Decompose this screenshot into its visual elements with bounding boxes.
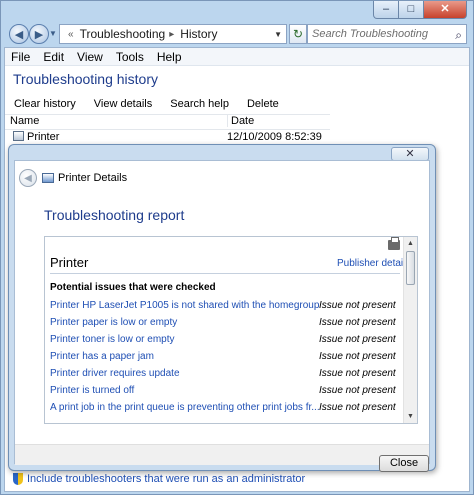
issue-status: Issue not present [319, 300, 396, 311]
menu-tools[interactable]: Tools [116, 50, 144, 64]
divider [50, 273, 400, 274]
menu-view[interactable]: View [77, 50, 103, 64]
main-window: – □ ✕ ◀ ▶ ▼ « Troubleshooting ▸ History … [0, 0, 474, 495]
issue-status: Issue not present [319, 317, 396, 328]
scroll-down-icon[interactable]: ▼ [404, 410, 417, 423]
uac-shield-icon [13, 473, 23, 485]
section-heading: Potential issues that were checked [50, 282, 216, 293]
issue-status: Issue not present [319, 334, 396, 345]
table-row[interactable]: Printer 12/10/2009 8:52:39 AM [5, 129, 330, 155]
navigation-bar: ◀ ▶ ▼ « Troubleshooting ▸ History ▼ ↻ Se… [1, 21, 473, 47]
list-item: Printer has a paper jam Issue not presen… [50, 351, 400, 365]
vertical-scrollbar[interactable]: ▲ ▼ [403, 237, 417, 423]
search-help-button[interactable]: Search help [170, 98, 229, 110]
address-bar[interactable]: « Troubleshooting ▸ History ▼ [59, 24, 287, 44]
column-header-date[interactable]: Date [227, 115, 254, 127]
issue-link[interactable]: A print job in the print queue is preven… [50, 402, 320, 413]
dialog-body: ◀ Printer Details Troubleshooting report… [14, 160, 430, 472]
breadcrumb-overflow-icon[interactable]: « [68, 29, 74, 40]
breadcrumb-troubleshooting[interactable]: Troubleshooting [80, 27, 166, 41]
window-controls: – □ ✕ [373, 1, 467, 19]
issue-link[interactable]: Printer HP LaserJet P1005 is not shared … [50, 300, 319, 311]
list-item: Printer paper is low or empty Issue not … [50, 317, 400, 331]
printer-icon [13, 131, 24, 141]
minimize-button[interactable]: – [373, 1, 399, 19]
close-window-button[interactable]: ✕ [424, 1, 467, 19]
clear-history-button[interactable]: Clear history [14, 98, 76, 110]
include-admin-link[interactable]: Include troubleshooters that were run as… [27, 473, 305, 485]
printer-details-dialog: ✕ ◀ Printer Details Troubleshooting repo… [8, 144, 436, 472]
scroll-thumb[interactable] [406, 251, 415, 285]
dialog-title: Printer Details [58, 172, 128, 184]
issue-status: Issue not present [319, 402, 396, 413]
breadcrumb-history[interactable]: History [180, 27, 217, 41]
menu-edit[interactable]: Edit [43, 50, 64, 64]
refresh-icon[interactable]: ↻ [289, 24, 307, 44]
delete-button[interactable]: Delete [247, 98, 279, 110]
back-arrow-icon[interactable]: ◀ [9, 24, 29, 44]
publisher-details-link[interactable]: Publisher details [337, 258, 410, 269]
dialog-footer [15, 444, 429, 465]
forward-arrow-icon[interactable]: ▶ [29, 24, 49, 44]
menu-bar: File Edit View Tools Help [5, 48, 469, 66]
issue-link[interactable]: Printer driver requires update [50, 368, 180, 379]
row-name: Printer [27, 131, 60, 143]
search-placeholder: Search Troubleshooting [312, 28, 428, 40]
address-dropdown-icon[interactable]: ▼ [274, 30, 282, 39]
list-item: Printer is turned off Issue not present [50, 385, 400, 399]
search-input[interactable]: Search Troubleshooting ⌕ [307, 24, 467, 44]
list-item: A print job in the print queue is preven… [50, 402, 400, 416]
list-item: Printer driver requires update Issue not… [50, 368, 400, 382]
report-heading: Printer [50, 255, 89, 270]
issue-status: Issue not present [319, 351, 396, 362]
issue-status: Issue not present [319, 385, 396, 396]
troubleshooter-icon [42, 173, 54, 183]
recent-pages-chevron-icon[interactable]: ▼ [49, 29, 57, 38]
issue-link[interactable]: Printer has a paper jam [50, 351, 154, 362]
view-details-button[interactable]: View details [94, 98, 153, 110]
breadcrumb-separator-icon[interactable]: ▸ [169, 29, 174, 40]
list-item: Printer toner is low or empty Issue not … [50, 334, 400, 348]
maximize-button[interactable]: □ [399, 1, 424, 19]
column-headers: Name Date [5, 114, 330, 130]
scroll-up-icon[interactable]: ▲ [404, 237, 417, 250]
dialog-back-arrow-icon[interactable]: ◀ [19, 169, 37, 187]
column-header-name[interactable]: Name [10, 115, 39, 127]
command-bar: Clear history View details Search help D… [5, 94, 469, 114]
issue-link[interactable]: Printer toner is low or empty [50, 334, 175, 345]
issue-link[interactable]: Printer paper is low or empty [50, 317, 177, 328]
menu-help[interactable]: Help [157, 50, 182, 64]
issue-status: Issue not present [319, 368, 396, 379]
search-icon[interactable]: ⌕ [455, 26, 462, 44]
issue-link[interactable]: Printer is turned off [50, 385, 134, 396]
list-item: Printer HP LaserJet P1005 is not shared … [50, 300, 400, 314]
close-button[interactable]: Close [379, 455, 429, 472]
admin-footer: Include troubleshooters that were run as… [13, 473, 305, 485]
report-title: Troubleshooting report [44, 207, 185, 223]
menu-file[interactable]: File [11, 50, 30, 64]
report-panel: Printer Publisher details Potential issu… [44, 236, 418, 424]
printer-icon[interactable] [388, 237, 400, 250]
dialog-close-icon[interactable]: ✕ [391, 147, 429, 161]
page-title: Troubleshooting history [13, 71, 159, 87]
